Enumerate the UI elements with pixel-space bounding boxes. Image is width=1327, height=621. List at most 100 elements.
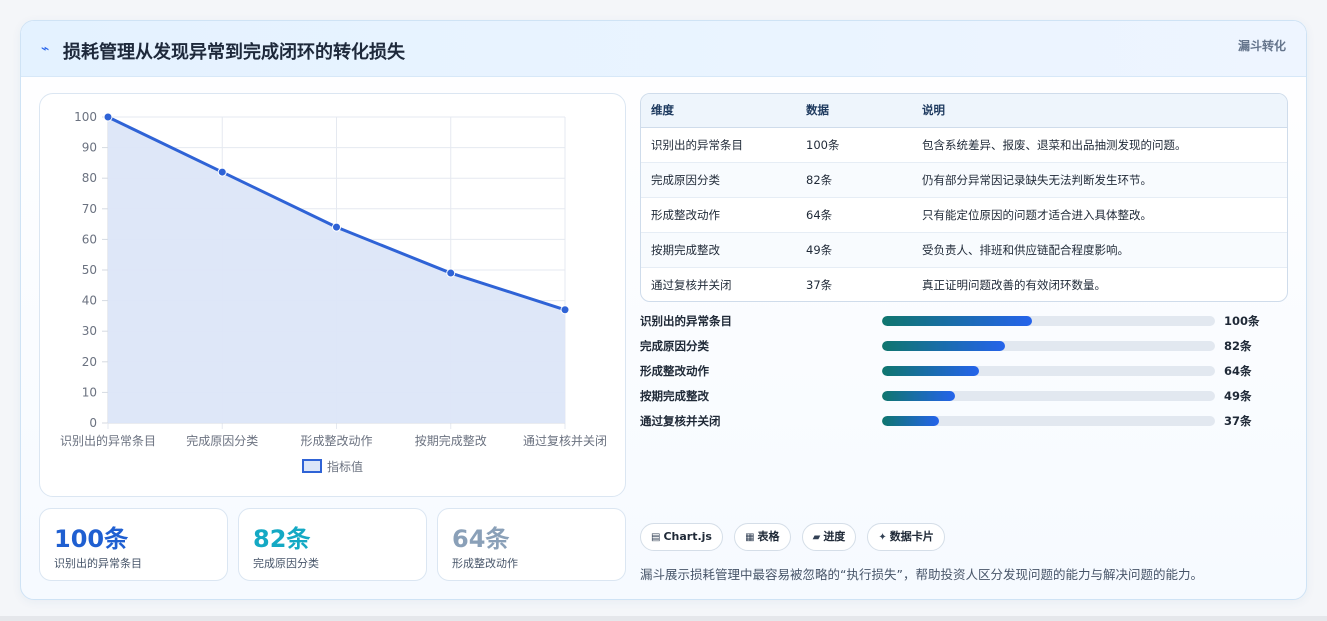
progress-list: 识别出的异常条目 100条 完成原因分类 82条 形成整改动作 64条 按期完成… — [640, 313, 1288, 438]
progress-label: 识别出的异常条目 — [640, 314, 732, 328]
page-bottom-band — [0, 616, 1327, 621]
card-tag: 漏斗转化 — [1237, 39, 1286, 53]
table-cell: 受负责人、排班和供应链配合程度影响。 — [912, 232, 1287, 268]
table-row: 按期完成整改 49条 受负责人、排班和供应链配合程度影响。 — [641, 232, 1287, 268]
table-cell: 形成整改动作 — [641, 197, 796, 233]
y-tick-label: 10 — [82, 385, 97, 399]
chip-progress[interactable]: ▰ 进度 — [801, 523, 857, 551]
chip-label: 表格 — [757, 530, 780, 543]
table-cell: 仍有部分异常因记录缺失无法判断发生环节。 — [912, 162, 1287, 198]
table-cell: 识别出的异常条目 — [641, 127, 796, 163]
table-cell: 包含系统差异、报废、退菜和出品抽测发现的问题。 — [912, 127, 1287, 163]
chip-chartjs[interactable]: ▤ Chart.js — [640, 523, 723, 551]
table-cell: 64条 — [796, 197, 912, 233]
table-row: 通过复核并关闭 37条 真正证明问题改善的有效闭环数量。 — [641, 267, 1287, 301]
data-point — [217, 167, 227, 177]
tech-chips: ▤ Chart.js ▦ 表格 ▰ 进度 ✦ 数据卡片 — [640, 523, 951, 551]
y-tick-label: 90 — [82, 141, 97, 155]
progress-value: 49条 — [1224, 389, 1252, 403]
line-chart: 0 10 20 30 40 50 60 70 80 90 100 识别出的异常条目 完成原因分类 形成整改… — [60, 110, 607, 474]
chart-panel: 0 10 20 30 40 50 60 70 80 90 100 识别出的异常条目 完成原因分类 形成整改… — [39, 93, 626, 497]
progress-label: 完成原因分类 — [640, 339, 709, 353]
x-tick-label: 完成原因分类 — [186, 433, 258, 448]
progress-value: 37条 — [1224, 414, 1252, 428]
progress-track — [882, 391, 1215, 401]
progress-value: 64条 — [1224, 364, 1252, 378]
y-tick-label: 50 — [82, 263, 97, 277]
table-cell: 37条 — [806, 277, 833, 292]
table-header-cell: 维度 — [641, 94, 796, 128]
progress-value: 100条 — [1224, 314, 1260, 328]
stat-label: 完成原因分类 — [253, 557, 319, 570]
progress-track — [882, 416, 1215, 426]
chip-label: 数据卡片 — [889, 530, 934, 543]
progress-fill — [882, 341, 1006, 351]
progress-row: 识别出的异常条目 100条 — [640, 313, 1288, 338]
stat-label: 识别出的异常条目 — [54, 557, 142, 570]
progress-row: 按期完成整改 49条 — [640, 388, 1288, 413]
table-row: 完成原因分类 82条 仍有部分异常因记录缺失无法判断发生环节。 — [641, 162, 1287, 198]
progress-label: 通过复核并关闭 — [640, 414, 721, 428]
progress-fill — [882, 416, 939, 426]
y-tick-label: 80 — [82, 171, 97, 185]
table-icon: ▦ — [745, 532, 755, 543]
progress-row: 形成整改动作 64条 — [640, 363, 1288, 388]
table-header-cell: 数据 — [796, 94, 912, 128]
chip-table[interactable]: ▦ 表格 — [734, 523, 791, 551]
y-tick-label: 70 — [82, 202, 97, 216]
stat-value: 82条 — [253, 525, 311, 553]
table-cell: 82条 — [796, 162, 912, 198]
y-tick-label: 60 — [82, 232, 97, 246]
progress-fill — [882, 316, 1032, 326]
chart-icon: ▤ — [651, 532, 661, 543]
legend-label: 指标值 — [327, 459, 363, 474]
data-table-panel: 维度 数据 说明 识别出的异常条目 100条 包含系统差异、报废、退菜和出品抽测… — [640, 93, 1288, 302]
x-tick-label: 按期完成整改 — [415, 433, 487, 448]
progress-track — [882, 366, 1215, 376]
table-header-row: 维度 数据 说明 — [641, 94, 1287, 128]
stat-card: 82条 完成原因分类 — [238, 508, 427, 581]
progress-track — [882, 341, 1215, 351]
y-tick-label: 100 — [74, 110, 97, 124]
funnel-card: ⌁ 损耗管理从发现异常到完成闭环的转化损失 漏斗转化 0 10 20 30 40 50 60… — [20, 20, 1307, 600]
chart-line-icon: ⌁ — [41, 41, 50, 57]
x-tick-label: 通过复核并关闭 — [523, 434, 607, 448]
stat-label: 形成整改动作 — [452, 557, 518, 570]
chip-data-cards[interactable]: ✦ 数据卡片 — [867, 523, 945, 551]
x-tick-label: 识别出的异常条目 — [60, 433, 156, 448]
legend-swatch — [302, 459, 322, 473]
card-title: 损耗管理从发现异常到完成闭环的转化损失 — [63, 42, 405, 63]
x-tick-label: 形成整改动作 — [300, 433, 372, 448]
table-row: 形成整改动作 64条 只有能定位原因的问题才适合进入具体整改。 — [641, 197, 1287, 233]
progress-label: 按期完成整改 — [640, 389, 709, 403]
data-point — [560, 305, 570, 315]
table-header-cell: 说明 — [912, 94, 1287, 128]
y-tick-label: 30 — [82, 324, 97, 338]
sparkle-icon: ✦ — [878, 532, 887, 543]
stat-card: 64条 形成整改动作 — [437, 508, 626, 581]
chip-label: Chart.js — [663, 530, 712, 543]
table-cell: 100条 — [796, 127, 912, 163]
table-cell: 按期完成整改 — [641, 232, 796, 268]
footnote: 漏斗展示损耗管理中最容易被忽略的“执行损失”，帮助投资人区分发现问题的能力与解决… — [640, 567, 1203, 582]
table-cell: 通过复核并关闭 — [651, 277, 732, 292]
chip-label: 进度 — [823, 530, 846, 543]
table-cell: 完成原因分类 — [641, 162, 796, 198]
data-point — [332, 222, 341, 232]
progress-icon: ▰ — [812, 532, 821, 543]
progress-row: 通过复核并关闭 37条 — [640, 413, 1288, 438]
y-tick-label: 0 — [89, 416, 97, 430]
progress-fill — [882, 366, 979, 376]
progress-row: 完成原因分类 82条 — [640, 338, 1288, 363]
progress-label: 形成整改动作 — [640, 364, 709, 378]
progress-value: 82条 — [1224, 339, 1252, 353]
data-table: 维度 数据 说明 识别出的异常条目 100条 包含系统差异、报废、退菜和出品抽测… — [641, 94, 1287, 301]
card-header: ⌁ 损耗管理从发现异常到完成闭环的转化损失 漏斗转化 — [21, 21, 1306, 77]
table-cell: 只有能定位原因的问题才适合进入具体整改。 — [912, 197, 1287, 233]
stat-value: 64条 — [452, 525, 510, 553]
progress-track — [882, 316, 1215, 326]
table-row: 识别出的异常条目 100条 包含系统差异、报废、退菜和出品抽测发现的问题。 — [641, 127, 1287, 163]
progress-fill — [882, 391, 956, 401]
y-tick-label: 40 — [82, 294, 97, 308]
stat-card: 100条 识别出的异常条目 — [39, 508, 228, 581]
